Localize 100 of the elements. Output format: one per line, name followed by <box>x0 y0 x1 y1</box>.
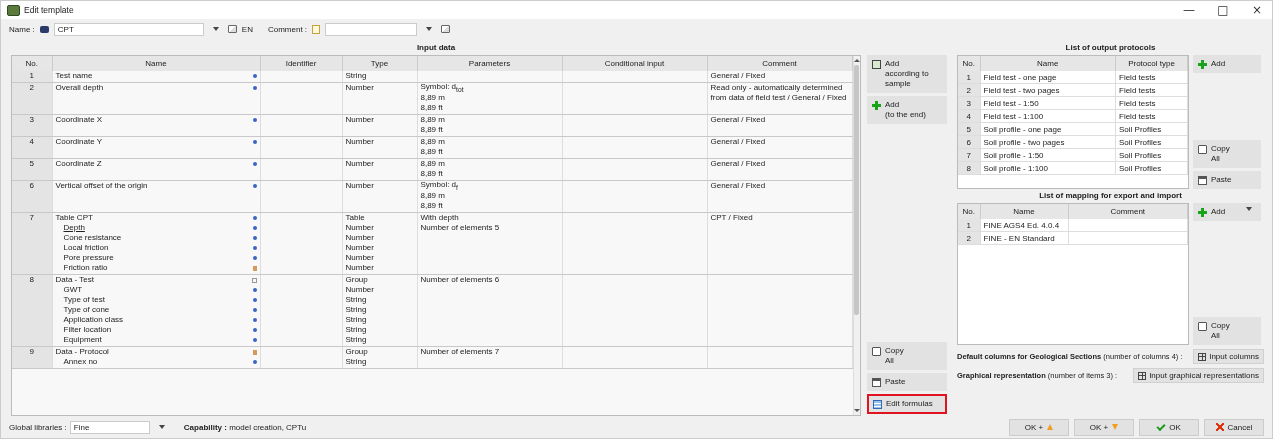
type-text: Number <box>345 159 374 169</box>
row-number: 1 <box>12 71 52 83</box>
window-control-button[interactable]: × <box>1242 3 1272 17</box>
type-text: String <box>345 325 367 335</box>
copy-button[interactable]: Copy All <box>1193 140 1261 168</box>
field-name: Cone resistance <box>63 233 122 243</box>
parameter-text: 8,89 ft <box>420 201 443 211</box>
comment-field[interactable] <box>325 22 418 36</box>
field-name: Local friction <box>63 243 109 253</box>
add-button[interactable]: Add <box>1193 203 1261 221</box>
parameter-text: 8,89 m <box>420 159 445 169</box>
dot-icon <box>252 328 257 332</box>
window-control-button[interactable]: — <box>1174 3 1204 17</box>
field-name: Depth <box>63 223 85 233</box>
type-text: Table <box>345 213 365 223</box>
formulas-icon <box>873 400 882 409</box>
parameter-text: 8,89 m <box>420 93 445 103</box>
dropdown-arrow-icon <box>1246 207 1252 211</box>
field-name: Filter location <box>63 325 112 335</box>
comment-label: Comment : <box>267 24 308 34</box>
column-header: Name <box>980 56 1116 71</box>
parameter-text: Symbol: d$_{f}$ <box>420 179 458 193</box>
dot-icon <box>252 184 257 188</box>
type-text: Number <box>345 263 374 273</box>
paste-button[interactable]: Paste <box>867 373 947 391</box>
flag-icon <box>252 265 257 271</box>
copy-button[interactable]: Copy All <box>867 342 947 370</box>
dropdown-arrow-icon[interactable] <box>158 425 165 429</box>
type-text: Number <box>345 253 374 263</box>
type-text: Group <box>345 275 368 285</box>
dot-icon <box>252 338 257 342</box>
type-text: String <box>345 305 367 315</box>
row-number: 4 <box>12 136 52 159</box>
table-cell: Field tests <box>1115 96 1188 110</box>
type-text: Number <box>345 83 374 93</box>
name-field[interactable]: CPT <box>53 22 204 36</box>
dot-icon <box>252 246 257 250</box>
type-text: Number <box>345 181 374 191</box>
dot-icon <box>252 256 257 260</box>
column-header: Comment <box>1068 204 1188 219</box>
column-header: Parameters <box>417 56 562 71</box>
ok-up-button[interactable]: OK + <box>1009 418 1069 436</box>
ok-down-button[interactable]: OK + <box>1074 418 1134 436</box>
input-button[interactable]: Input columns <box>1193 349 1264 364</box>
scroll-down-icon[interactable] <box>853 409 860 412</box>
dot-icon <box>252 140 257 144</box>
column-header: No. <box>958 56 980 71</box>
cancel-button[interactable]: Cancel <box>1204 418 1264 436</box>
field-name: Equipment <box>63 335 102 345</box>
type-text: Number <box>345 233 374 243</box>
window-title: Edit template <box>24 5 74 15</box>
grid-icon <box>1138 371 1147 380</box>
table-cell: Soil profile - 1:100 <box>980 161 1116 175</box>
comment-text: General / Fixed <box>710 159 767 169</box>
sample-button[interactable]: Add according to sample <box>867 55 947 93</box>
window-control-button[interactable]: □ <box>1208 3 1238 17</box>
scroll-up-icon[interactable] <box>853 59 860 62</box>
parameter-text: 8,89 m <box>420 137 445 147</box>
scrollbar[interactable] <box>852 56 860 415</box>
add-button[interactable]: Add <box>1193 55 1261 73</box>
column-header: Name <box>980 204 1068 219</box>
ok-button[interactable]: OK <box>1139 418 1199 436</box>
table-cell: Soil profile - one page <box>980 122 1116 136</box>
dropdown-arrow-icon[interactable] <box>212 27 219 31</box>
copy-button[interactable]: Copy All <box>1193 317 1261 345</box>
dot-icon <box>252 226 257 230</box>
parameter-text: 8,89 ft <box>420 169 443 179</box>
scroll-thumb[interactable] <box>854 65 860 315</box>
libraries-field[interactable]: Fine <box>69 420 150 434</box>
add-button[interactable]: Add (to the end) <box>867 96 947 124</box>
type-text: String <box>345 71 367 81</box>
dot-icon <box>252 162 257 166</box>
column-header: Type <box>342 56 417 71</box>
name-label: Name : <box>9 24 35 34</box>
table-cell: Soil Profiles <box>1115 161 1188 175</box>
field-name: GWT <box>63 285 83 295</box>
parameter-text: Symbol: d$_{tot}$ <box>420 81 464 95</box>
dot-icon <box>252 288 257 292</box>
input-button[interactable]: Input graphical representations <box>1133 368 1264 383</box>
comment-text: General / Fixed <box>710 71 767 81</box>
row-number: 8 <box>12 274 52 347</box>
parameter-text: 8,89 m <box>420 115 445 125</box>
field-name: Overall depth <box>55 83 104 93</box>
section-title: List of mapping for export and import <box>1038 190 1183 202</box>
column-header: Conditional input <box>562 56 707 71</box>
table-cell: Soil Profiles <box>1115 135 1188 149</box>
dot-icon <box>252 308 257 312</box>
parameter-text: 8,89 ft <box>420 125 443 135</box>
type-text: Number <box>345 285 374 295</box>
dropdown-arrow-icon[interactable] <box>426 27 433 31</box>
field-name: Annex no <box>63 357 98 367</box>
add-icon <box>872 101 881 110</box>
capability-text: Capability : model creation, CPTu <box>183 422 307 432</box>
paste-button[interactable]: Paste <box>1193 171 1261 189</box>
table-cell: Soil Profiles <box>1115 148 1188 162</box>
type-text: Number <box>345 115 374 125</box>
formulas-button[interactable]: Edit formulas <box>867 394 947 414</box>
dot-icon <box>252 236 257 240</box>
table-cell: Field tests <box>1115 109 1188 123</box>
column-header: No. <box>958 204 980 219</box>
